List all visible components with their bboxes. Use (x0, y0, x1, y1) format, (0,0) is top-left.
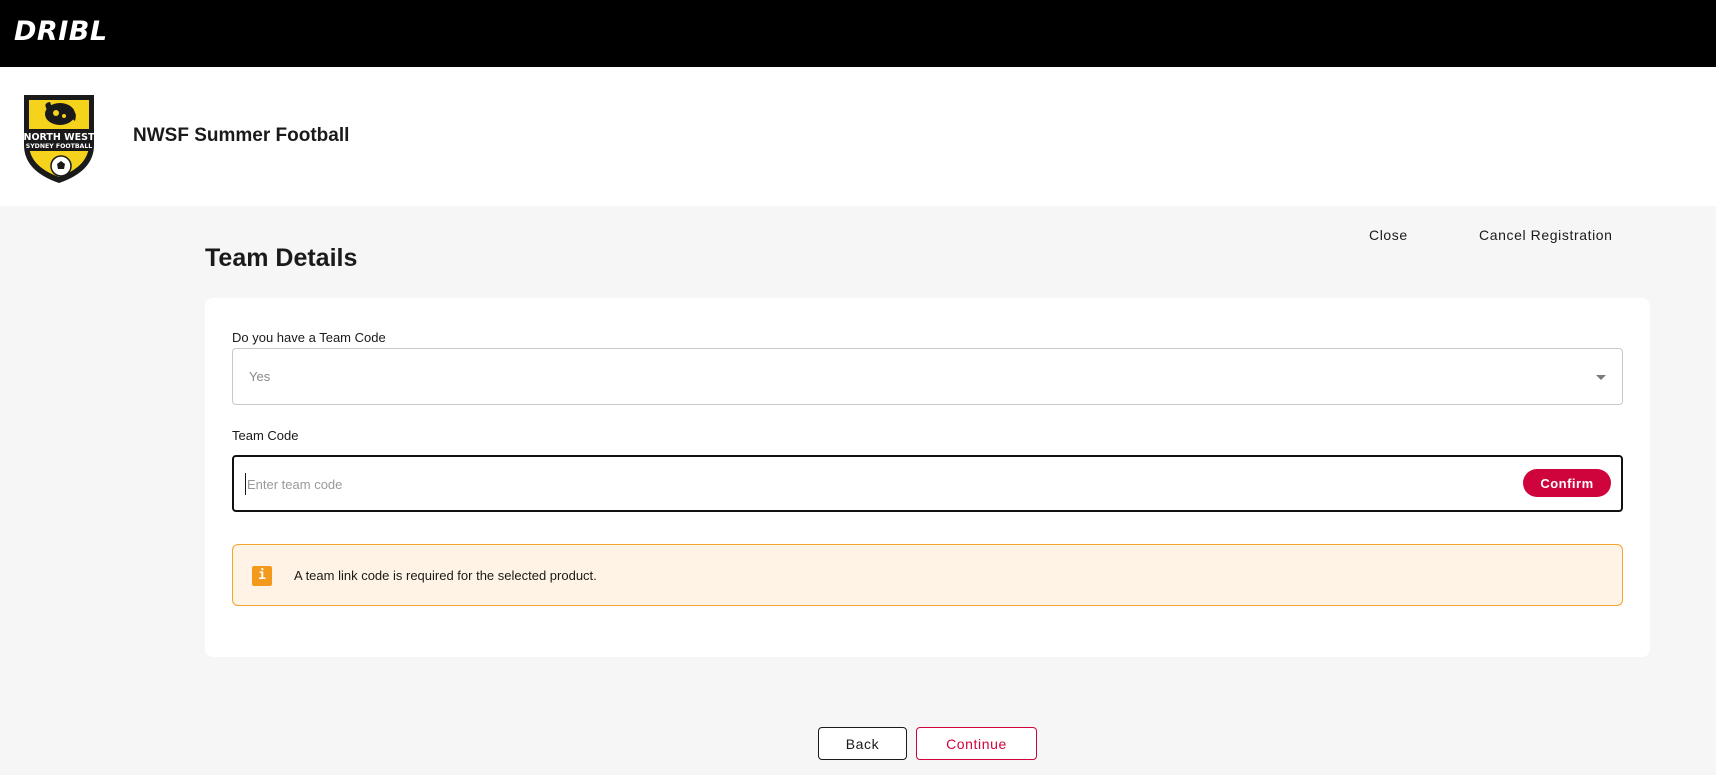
logo-text-sydney-football: SYDNEY FOOTBALL (26, 143, 93, 150)
club-crest-logo: NORTH WEST SYDNEY FOOTBALL (24, 95, 95, 183)
select-value: Yes (249, 369, 271, 384)
team-code-warning-alert: i A team link code is required for the s… (232, 544, 1623, 606)
logo-text-north-west: NORTH WEST (24, 132, 95, 143)
team-code-label: Team Code (232, 428, 299, 443)
registration-main: Team Details Close Cancel Registration D… (0, 206, 1716, 775)
confirm-button[interactable]: Confirm (1523, 469, 1611, 497)
continue-button[interactable]: Continue (916, 727, 1037, 760)
info-icon: i (252, 566, 272, 586)
dribl-logo[interactable]: DRIBL (14, 16, 108, 47)
team-code-field: Confirm (232, 455, 1623, 512)
alert-message: A team link code is required for the sel… (294, 568, 597, 583)
organisation-name: NWSF Summer Football (133, 125, 350, 146)
cancel-registration-link[interactable]: Cancel Registration (1479, 227, 1613, 243)
team-code-question-label: Do you have a Team Code (232, 330, 386, 345)
close-link[interactable]: Close (1369, 227, 1408, 243)
team-details-card: Do you have a Team Code Yes Team Code Co… (205, 298, 1650, 657)
organisation-header: NORTH WEST SYDNEY FOOTBALL NWSF Summer F… (0, 67, 1716, 206)
chevron-down-icon[interactable] (1596, 375, 1606, 380)
top-navigation-bar: DRIBL (0, 0, 1716, 67)
page-title: Team Details (205, 244, 358, 272)
team-code-question-select[interactable]: Yes (232, 348, 1623, 405)
back-button[interactable]: Back (818, 727, 907, 760)
team-code-input[interactable] (245, 473, 1395, 495)
